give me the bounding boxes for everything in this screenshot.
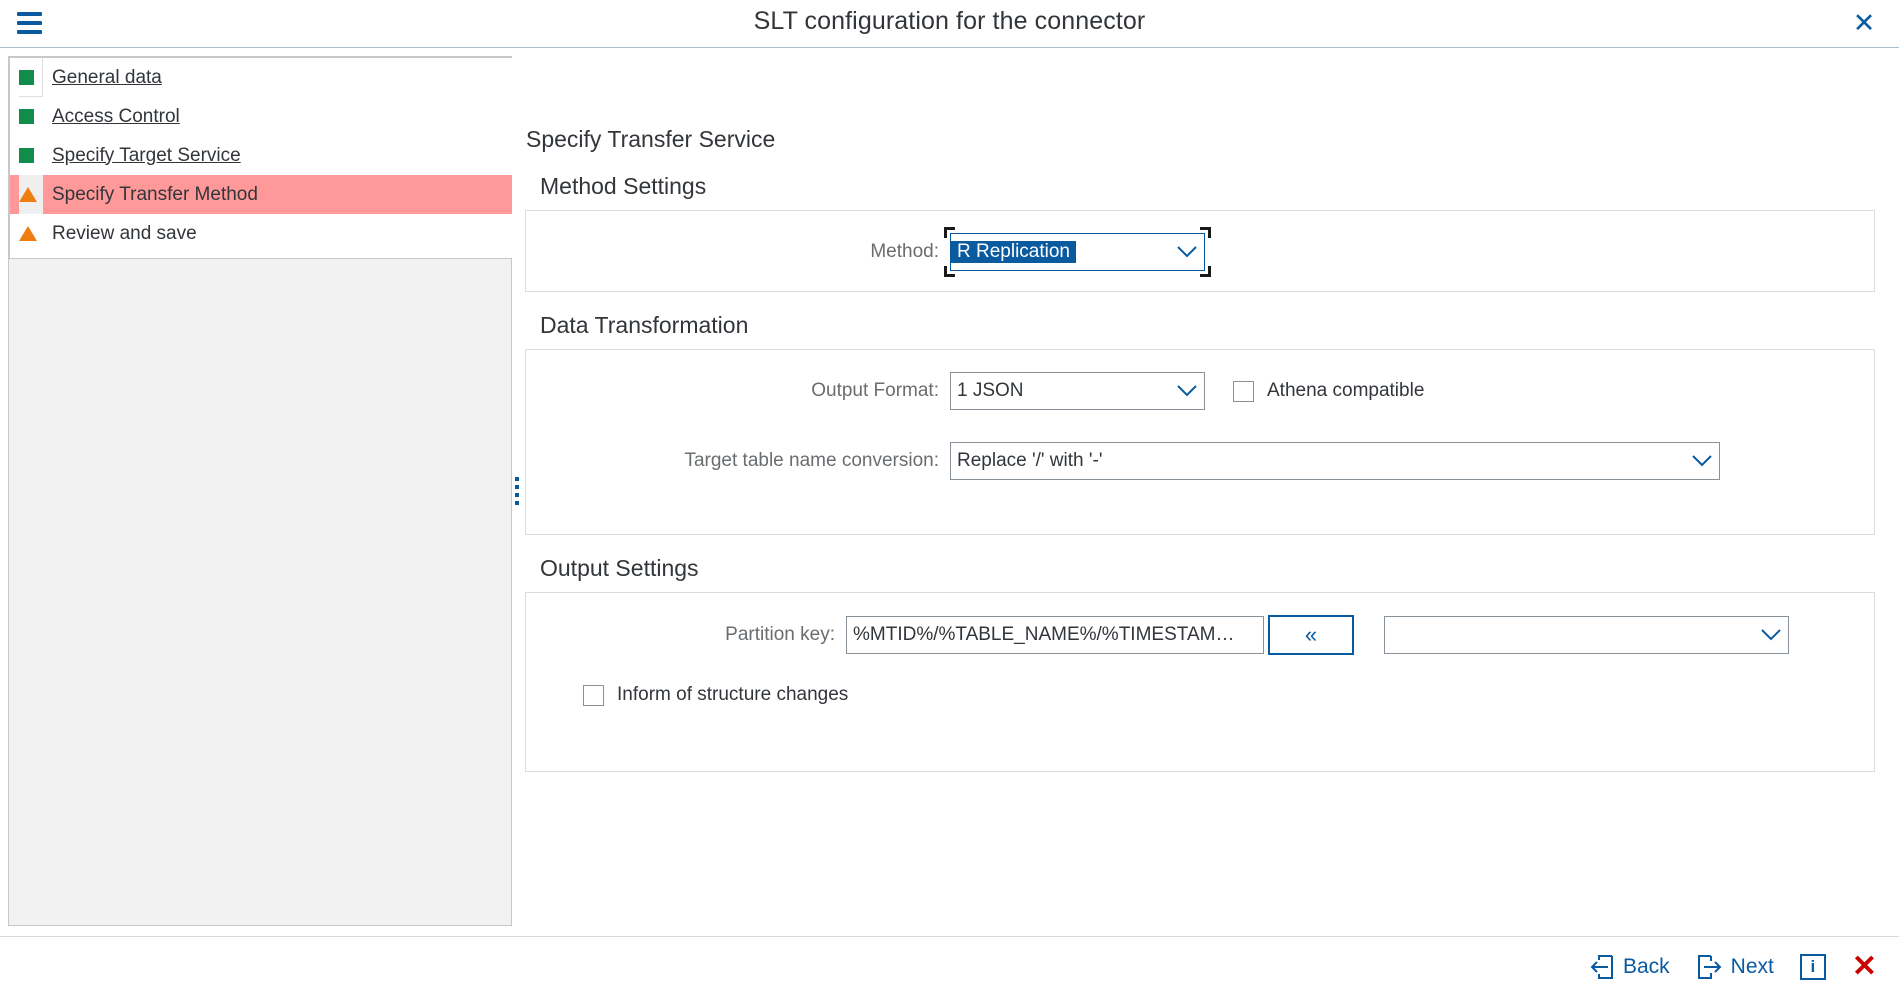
inform-structure-changes-checkbox[interactable] bbox=[583, 684, 604, 706]
output-format-value: 1 JSON bbox=[957, 380, 1024, 401]
section-title: Method Settings bbox=[540, 173, 707, 199]
output-format-select[interactable]: 1 JSON bbox=[950, 372, 1205, 410]
footer-toolbar: Back Next i ✕ bbox=[0, 936, 1899, 996]
next-button-label: Next bbox=[1730, 954, 1774, 978]
cancel-button[interactable]: ✕ bbox=[1852, 951, 1877, 982]
navigation-pane: General data Access Control Specify Targ… bbox=[8, 56, 515, 926]
close-icon[interactable]: ✕ bbox=[1849, 8, 1879, 38]
inform-structure-changes-label: Inform of structure changes bbox=[617, 684, 849, 705]
insert-token-button[interactable]: « bbox=[1268, 615, 1354, 655]
sidebar-item-label: Specify Target Service bbox=[52, 144, 241, 166]
partition-key-input[interactable]: %MTID%/%TABLE_NAME%/%TIMESTAM… bbox=[846, 616, 1264, 654]
chevron-down-icon bbox=[1754, 617, 1788, 653]
token-select[interactable] bbox=[1384, 616, 1789, 654]
step-tree: General data Access Control Specify Targ… bbox=[9, 57, 515, 259]
sidebar-item-label: Specify Transfer Method bbox=[52, 183, 258, 205]
splitter-grip-icon bbox=[515, 477, 519, 505]
method-select[interactable]: R Replication bbox=[950, 233, 1205, 271]
orange-warning-triangle-icon bbox=[19, 175, 43, 214]
sidebar-item-label: Review and save bbox=[52, 222, 197, 244]
section-title: Data Transformation bbox=[540, 312, 749, 338]
content-heading: Specify Transfer Service bbox=[526, 126, 776, 152]
next-button[interactable]: Next bbox=[1696, 954, 1774, 980]
chevron-down-icon bbox=[1170, 234, 1204, 270]
green-square-icon bbox=[19, 58, 43, 97]
title-bar: SLT configuration for the connector ✕ bbox=[0, 0, 1899, 48]
back-button-label: Back bbox=[1622, 954, 1670, 978]
pane-splitter-handle[interactable] bbox=[512, 56, 522, 926]
sidebar-item-general-data[interactable]: General data bbox=[10, 58, 514, 97]
sidebar-item-review-and-save[interactable]: Review and save bbox=[10, 214, 514, 253]
back-button[interactable]: Back bbox=[1588, 954, 1670, 980]
conversion-select[interactable]: Replace '/' with '-' bbox=[950, 442, 1720, 480]
partition-key-label: Partition key: bbox=[725, 624, 835, 645]
output-format-label: Output Format: bbox=[811, 380, 939, 401]
section-data-transformation: Data Transformation Output Format: 1 JSO… bbox=[525, 312, 1875, 535]
info-button[interactable]: i bbox=[1799, 953, 1826, 980]
conversion-label: Target table name conversion: bbox=[684, 450, 939, 471]
chevron-down-icon bbox=[1170, 373, 1204, 409]
content-pane: Specify Transfer Service Method Settings… bbox=[525, 48, 1899, 936]
data-transformation-panel: Output Format: 1 JSON Athena compatible … bbox=[525, 349, 1875, 535]
section-output-settings: Output Settings Partition key: %MTID%/%T… bbox=[525, 555, 1875, 772]
sidebar-item-access-control[interactable]: Access Control bbox=[10, 97, 514, 136]
athena-compatible-label: Athena compatible bbox=[1267, 380, 1425, 401]
next-arrow-icon bbox=[1696, 954, 1722, 980]
sidebar-item-specify-target-service[interactable]: Specify Target Service bbox=[10, 136, 514, 175]
conversion-value: Replace '/' with '-' bbox=[957, 450, 1103, 471]
green-square-icon bbox=[19, 136, 43, 175]
method-select-value: R Replication bbox=[951, 241, 1076, 263]
sidebar-item-specify-transfer-method[interactable]: Specify Transfer Method bbox=[10, 175, 514, 214]
method-label: Method: bbox=[870, 241, 939, 262]
back-arrow-icon bbox=[1588, 954, 1614, 980]
method-settings-panel: Method: R Replication bbox=[525, 210, 1875, 292]
chevron-down-icon bbox=[1685, 443, 1719, 479]
sidebar-item-label: General data bbox=[52, 66, 162, 88]
orange-warning-triangle-icon bbox=[19, 214, 43, 253]
athena-compatible-checkbox[interactable] bbox=[1233, 380, 1254, 402]
workspace: General data Access Control Specify Targ… bbox=[0, 48, 1899, 936]
section-method-settings: Method Settings Method: R Replication bbox=[525, 173, 1875, 292]
output-settings-panel: Partition key: %MTID%/%TABLE_NAME%/%TIME… bbox=[525, 592, 1875, 772]
section-title: Output Settings bbox=[540, 555, 699, 581]
page-title: SLT configuration for the connector bbox=[753, 7, 1146, 35]
sidebar-item-label: Access Control bbox=[52, 105, 180, 127]
green-square-icon bbox=[19, 97, 43, 136]
